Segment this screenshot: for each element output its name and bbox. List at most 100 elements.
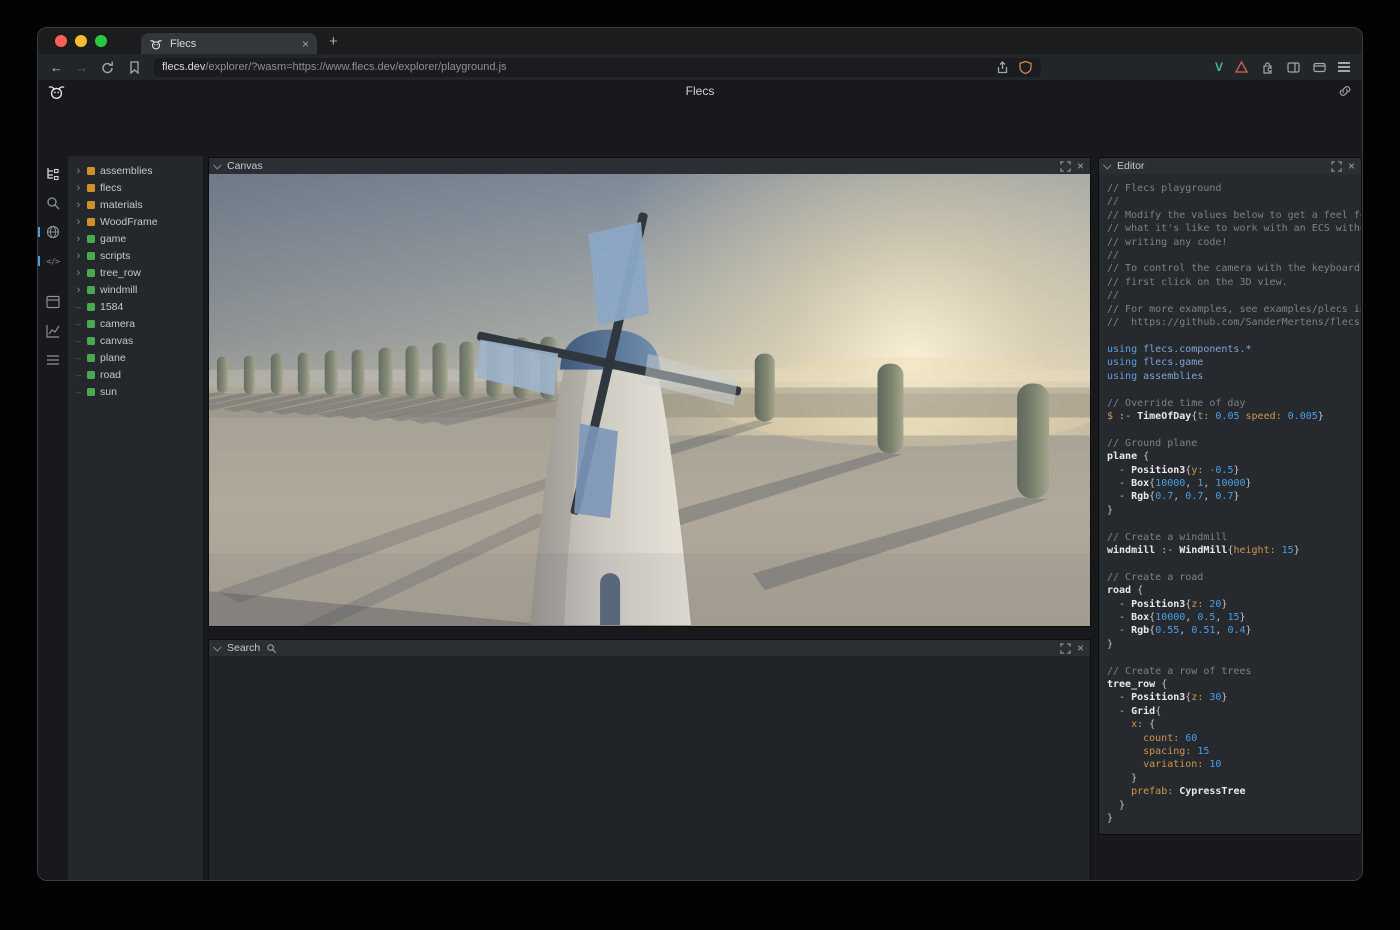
chevron-right-icon[interactable]: › <box>75 182 82 194</box>
collapse-chevron-icon[interactable] <box>213 161 221 169</box>
tree-item-plane[interactable]: ‒plane <box>68 349 203 366</box>
tree-item-camera[interactable]: ‒camera <box>68 315 203 332</box>
chevron-right-icon[interactable]: › <box>75 250 82 262</box>
leaf-dash-icon: ‒ <box>75 319 82 329</box>
tree-item-assemblies[interactable]: › assemblies <box>68 162 203 179</box>
tab-close-icon[interactable]: × <box>302 37 309 51</box>
split-view-icon[interactable] <box>1286 60 1301 75</box>
flecs-favicon <box>149 37 163 51</box>
chevron-right-icon[interactable]: › <box>75 199 82 211</box>
code-line: variation: 10 <box>1107 758 1361 771</box>
code-line: road { <box>1107 584 1361 597</box>
code-line: - Rgb{0.7, 0.7, 0.7} <box>1107 490 1361 503</box>
entity-tree-icon[interactable] <box>45 166 61 182</box>
fullscreen-icon[interactable] <box>1331 161 1342 172</box>
wallet-icon[interactable] <box>1312 60 1327 75</box>
entity-square-icon <box>87 320 95 328</box>
vpn-v-icon[interactable]: V <box>1215 60 1223 74</box>
chart-icon[interactable] <box>45 323 61 339</box>
entity-square-icon <box>87 286 95 294</box>
search-results-area[interactable] <box>209 656 1090 881</box>
tree-item-sun[interactable]: ‒sun <box>68 383 203 400</box>
stats-icon[interactable] <box>45 352 61 368</box>
tab-flecs[interactable]: Flecs × <box>141 33 317 54</box>
close-window-button[interactable] <box>55 35 67 47</box>
code-line: - Grid{ <box>1107 705 1361 718</box>
world-icon[interactable] <box>45 224 61 240</box>
close-panel-icon[interactable]: × <box>1348 160 1355 172</box>
new-tab-button[interactable]: + <box>329 34 338 49</box>
chevron-right-icon[interactable]: › <box>75 233 82 245</box>
back-icon[interactable]: ← <box>50 61 63 74</box>
code-line: - Position3{z: 20} <box>1107 598 1361 611</box>
code-line: prefab: CypressTree <box>1107 785 1361 798</box>
tree-item-canvas[interactable]: ‒canvas <box>68 332 203 349</box>
tree-item-windmill[interactable]: ›windmill <box>68 281 203 298</box>
search-panel-title: Search <box>227 642 260 654</box>
chevron-right-icon[interactable]: › <box>75 165 82 177</box>
module-square-icon <box>87 167 95 175</box>
search-magnifier-icon[interactable] <box>266 643 277 654</box>
canvas-3d-view[interactable] <box>209 174 1090 626</box>
reload-icon[interactable] <box>100 60 115 75</box>
search-icon[interactable] <box>45 195 61 211</box>
code-line <box>1107 651 1361 664</box>
search-panel-header[interactable]: Search × <box>209 640 1090 657</box>
editor-panel-header[interactable]: Editor × <box>1099 158 1361 175</box>
tree-item-WoodFrame[interactable]: ›WoodFrame <box>68 213 203 230</box>
code-line: } <box>1107 504 1361 517</box>
code-area[interactable]: // Flecs playground//// Modify the value… <box>1099 174 1361 834</box>
code-icon[interactable]: </> <box>45 253 61 269</box>
code-line: // Create a road <box>1107 571 1361 584</box>
code-line: } <box>1107 812 1361 825</box>
code-line: // Override time of day <box>1107 397 1361 410</box>
tree-item-label: 1584 <box>100 301 123 313</box>
traffic-lights <box>38 35 121 47</box>
minimize-window-button[interactable] <box>75 35 87 47</box>
menu-icon[interactable] <box>1338 62 1350 71</box>
code-line: // Create a windmill <box>1107 531 1361 544</box>
zoom-window-button[interactable] <box>95 35 107 47</box>
url-path: /explorer/?wasm=https://www.flecs.dev/ex… <box>205 61 506 73</box>
code-line: - Position3{z: 30} <box>1107 691 1361 704</box>
chevron-right-icon[interactable]: › <box>75 284 82 296</box>
share-icon[interactable] <box>995 60 1010 75</box>
fullscreen-icon[interactable] <box>1060 161 1071 172</box>
chevron-right-icon[interactable]: › <box>75 216 82 228</box>
entity-square-icon <box>87 388 95 396</box>
fullscreen-icon[interactable] <box>1060 643 1071 654</box>
tree-item-flecs[interactable]: ›flecs <box>68 179 203 196</box>
tree-item-game[interactable]: ›game <box>68 230 203 247</box>
canvas-panel-header[interactable]: Canvas × <box>209 158 1090 175</box>
code-line: x: { <box>1107 718 1361 731</box>
screen: Flecs × + ← → flecs.dev/explorer/?wasm=h… <box>0 0 1400 930</box>
code-line: // Create a row of trees <box>1107 665 1361 678</box>
code-line <box>1107 557 1361 570</box>
url-bar[interactable]: flecs.dev/explorer/?wasm=https://www.fle… <box>154 58 1041 77</box>
close-panel-icon[interactable]: × <box>1077 642 1084 654</box>
inspector-icon[interactable] <box>45 294 61 310</box>
tree-item-scripts[interactable]: › scripts <box>68 247 203 264</box>
tab-title: Flecs <box>170 38 295 50</box>
forward-icon: → <box>75 61 88 74</box>
code-line: using assemblies <box>1107 370 1361 383</box>
bookmark-icon[interactable] <box>127 60 142 75</box>
extensions-icon[interactable] <box>1260 60 1275 75</box>
close-panel-icon[interactable]: × <box>1077 160 1084 172</box>
collapse-chevron-icon[interactable] <box>1103 161 1111 169</box>
shield-icon[interactable] <box>1018 60 1033 75</box>
tree-item-label: assemblies <box>100 165 153 177</box>
tree-item-tree_row[interactable]: ›tree_row <box>68 264 203 281</box>
code-line <box>1107 517 1361 530</box>
rewards-icon[interactable] <box>1234 60 1249 75</box>
collapse-chevron-icon[interactable] <box>213 643 221 651</box>
code-line: tree_row { <box>1107 678 1361 691</box>
entity-square-icon <box>87 269 95 277</box>
tree-item-materials[interactable]: ›materials <box>68 196 203 213</box>
tree-item-road[interactable]: ‒road <box>68 366 203 383</box>
tree-item-label: scripts <box>100 250 130 262</box>
chevron-right-icon[interactable]: › <box>75 267 82 279</box>
share-link-icon[interactable] <box>1338 84 1352 98</box>
tree-item-1584[interactable]: ‒1584 <box>68 298 203 315</box>
code-line: // <box>1107 249 1361 262</box>
